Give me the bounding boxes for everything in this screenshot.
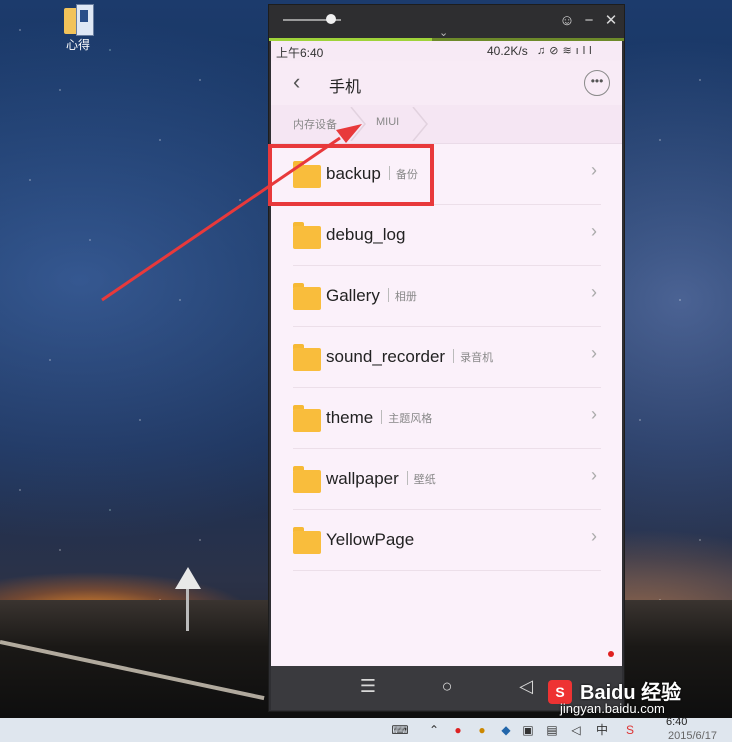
- breadcrumb-separator-icon: [412, 107, 428, 141]
- desktop-icon-xinde[interactable]: 心得: [56, 2, 100, 53]
- breadcrumb-separator-icon: [350, 107, 366, 141]
- shield-icon[interactable]: ◆: [498, 722, 514, 738]
- volume-icon[interactable]: ◁: [568, 722, 584, 738]
- folder-row[interactable]: sound_recorder › 录音机: [293, 327, 601, 388]
- ime-indicator[interactable]: 中: [594, 722, 610, 738]
- highlight-box: [268, 144, 434, 206]
- chevron-right-icon: ›: [591, 160, 597, 180]
- folder-description: 壁纸: [413, 474, 436, 486]
- network-speed: 40.2K/s: [487, 44, 528, 58]
- chevron-right-icon: ›: [591, 526, 597, 546]
- folder-description: 录音机: [460, 352, 494, 364]
- keyboard-icon[interactable]: ⌨: [388, 722, 412, 738]
- emulator-titlebar: ⌄ ☺ − ✕: [269, 5, 624, 39]
- sogou-icon[interactable]: S: [622, 722, 638, 738]
- folder-icon: [293, 527, 321, 555]
- folder-row[interactable]: debug_log ›: [293, 205, 601, 266]
- folder-desc-separator: [406, 471, 408, 485]
- minimize-button[interactable]: −: [579, 12, 599, 30]
- breadcrumb-item-storage[interactable]: 内存设备: [293, 116, 337, 132]
- road-sign-pole: [186, 589, 189, 631]
- watermark: S Baidu 经验 jingyan.baidu.com: [540, 676, 730, 716]
- taskbar-time[interactable]: 6:40: [666, 716, 687, 728]
- back-icon[interactable]: ◁: [511, 676, 541, 697]
- taskbar-date[interactable]: 2015/6/17: [668, 730, 717, 742]
- folder-row[interactable]: Gallery › 相册: [293, 266, 601, 327]
- folder-name: sound_recorder: [326, 347, 446, 366]
- folder-document-icon: [62, 2, 94, 36]
- folder-description: 相册: [394, 291, 417, 303]
- page-title: 手机: [329, 79, 362, 96]
- folder-name: theme: [326, 408, 374, 427]
- folder-name: wallpaper: [326, 469, 399, 488]
- status-icons: ♫⊘≋ıll: [537, 45, 596, 57]
- phone-screen: 上午6:40 40.2K/s ♫⊘≋ıll ‹ 手机 ••• 内存设备 MIUI…: [271, 41, 622, 666]
- chevron-right-icon: ›: [591, 404, 597, 424]
- folder-desc-separator: [381, 410, 383, 424]
- folder-icon: [293, 344, 321, 372]
- home-icon[interactable]: ○: [432, 676, 462, 697]
- folder-icon: [293, 222, 321, 250]
- status-bar: 上午6:40 40.2K/s ♫⊘≋ıll: [271, 41, 622, 61]
- chevron-right-icon: ›: [591, 282, 597, 302]
- folder-row[interactable]: theme › 主题风格: [293, 388, 601, 449]
- breadcrumb-item-miui[interactable]: MIUI: [376, 116, 399, 128]
- skin-button[interactable]: ☺: [557, 12, 577, 30]
- folder-desc-separator: [387, 288, 389, 302]
- qq-icon[interactable]: ●: [474, 722, 490, 738]
- folder-name: debug_log: [326, 225, 406, 244]
- chevron-right-icon: ›: [591, 465, 597, 485]
- folder-icon: [293, 283, 321, 311]
- folder-row[interactable]: YellowPage ›: [293, 510, 601, 571]
- action-bar: ‹ 手机 •••: [271, 61, 622, 105]
- desktop-icon-label: 心得: [65, 38, 90, 52]
- menu-icon[interactable]: ☰: [353, 676, 383, 697]
- breadcrumb: 内存设备 MIUI: [271, 105, 622, 144]
- chevron-up-icon[interactable]: ⌃: [426, 722, 442, 738]
- app-icon[interactable]: ▣: [520, 722, 536, 738]
- folder-icon: [293, 405, 321, 433]
- status-time: 上午6:40: [276, 46, 324, 60]
- chevron-right-icon: ›: [591, 221, 597, 241]
- folder-icon: [293, 466, 321, 494]
- back-arrow-icon[interactable]: ‹: [293, 69, 300, 95]
- chevron-right-icon: ›: [591, 343, 597, 363]
- folder-name: Gallery: [326, 286, 380, 305]
- road-sign: [175, 567, 201, 589]
- taskbar: ⌨ ⌃ ● ● ◆ ▣ ▤ ◁ 中 S 6:40 2015/6/17: [0, 716, 732, 742]
- folder-description: 主题风格: [388, 413, 433, 425]
- watermark-url: jingyan.baidu.com: [560, 701, 665, 716]
- folder-row[interactable]: wallpaper › 壁纸: [293, 449, 601, 510]
- folder-name: YellowPage: [326, 530, 415, 549]
- emulator-window: ⌄ ☺ − ✕ 上午6:40 40.2K/s ♫⊘≋ıll ‹ 手机 ••• 内…: [268, 4, 625, 712]
- folder-desc-separator: [453, 349, 455, 363]
- network-icon[interactable]: ▤: [544, 722, 560, 738]
- weibo-icon[interactable]: ●: [450, 722, 466, 738]
- more-options-button[interactable]: •••: [584, 70, 610, 96]
- volume-slider-knob[interactable]: [326, 14, 336, 24]
- close-button[interactable]: ✕: [601, 12, 621, 30]
- notification-dot: [608, 651, 614, 657]
